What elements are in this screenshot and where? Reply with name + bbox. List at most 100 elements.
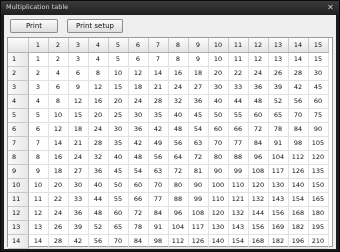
table-cell[interactable]: 55 — [228, 108, 249, 123]
table-cell[interactable]: 28 — [88, 136, 109, 151]
column-header[interactable]: 7 — [148, 38, 169, 53]
table-cell[interactable]: 105 — [308, 136, 329, 151]
table-cell[interactable]: 15 — [308, 52, 329, 67]
table-cell[interactable]: 35 — [108, 136, 129, 151]
table-cell[interactable]: 56 — [88, 234, 109, 249]
column-header[interactable]: 1 — [28, 38, 49, 53]
table-cell[interactable]: 60 — [208, 122, 229, 137]
table-cell[interactable]: 120 — [208, 206, 229, 221]
table-cell[interactable]: 143 — [228, 220, 249, 235]
table-cell[interactable]: 4 — [48, 66, 69, 81]
column-header[interactable]: 2 — [48, 38, 69, 53]
table-cell[interactable]: 2 — [28, 66, 49, 81]
table-cell[interactable]: 36 — [68, 206, 89, 221]
table-cell[interactable]: 140 — [288, 178, 309, 193]
table-cell[interactable]: 99 — [228, 164, 249, 179]
table-cell[interactable]: 52 — [268, 94, 289, 109]
table-cell[interactable]: 126 — [288, 164, 309, 179]
table-cell[interactable]: 14 — [28, 234, 49, 249]
table-cell[interactable]: 112 — [288, 150, 309, 165]
table-cell[interactable]: 182 — [268, 234, 289, 249]
print-button[interactable]: Print — [10, 19, 58, 33]
table-cell[interactable]: 84 — [128, 234, 149, 249]
table-cell[interactable]: 42 — [128, 136, 149, 151]
table-cell[interactable]: 28 — [288, 66, 309, 81]
table-cell[interactable]: 63 — [148, 164, 169, 179]
table-cell[interactable]: 54 — [188, 122, 209, 137]
row-header[interactable]: 12 — [8, 206, 29, 221]
table-cell[interactable]: 13 — [268, 52, 289, 67]
column-header[interactable]: 12 — [248, 38, 269, 53]
table-cell[interactable]: 24 — [48, 206, 69, 221]
table-cell[interactable]: 100 — [208, 178, 229, 193]
table-cell[interactable]: 210 — [308, 234, 329, 249]
table-cell[interactable]: 90 — [308, 122, 329, 137]
table-cell[interactable]: 26 — [48, 220, 69, 235]
table-cell[interactable]: 44 — [88, 192, 109, 207]
table-cell[interactable]: 30 — [208, 80, 229, 95]
table-cell[interactable]: 135 — [308, 164, 329, 179]
table-cell[interactable]: 36 — [88, 164, 109, 179]
table-cell[interactable]: 78 — [128, 220, 149, 235]
table-cell[interactable]: 80 — [208, 150, 229, 165]
table-cell[interactable]: 12 — [128, 66, 149, 81]
table-cell[interactable]: 7 — [28, 136, 49, 151]
table-cell[interactable]: 20 — [208, 66, 229, 81]
table-cell[interactable]: 6 — [28, 122, 49, 137]
table-cell[interactable]: 12 — [248, 52, 269, 67]
title-bar[interactable]: Multiplication table ✕ — [1, 1, 339, 15]
table-cell[interactable]: 13 — [28, 220, 49, 235]
table-cell[interactable]: 6 — [68, 66, 89, 81]
table-cell[interactable]: 18 — [68, 122, 89, 137]
table-cell[interactable]: 7 — [148, 52, 169, 67]
table-cell[interactable]: 15 — [68, 108, 89, 123]
table-cell[interactable]: 52 — [88, 220, 109, 235]
table-cell[interactable]: 14 — [288, 52, 309, 67]
column-header[interactable]: 4 — [88, 38, 109, 53]
table-cell[interactable]: 24 — [68, 150, 89, 165]
table-cell[interactable]: 99 — [188, 192, 209, 207]
table-cell[interactable]: 6 — [48, 80, 69, 95]
table-cell[interactable]: 33 — [68, 192, 89, 207]
row-header[interactable]: 2 — [8, 66, 29, 81]
table-cell[interactable]: 9 — [68, 80, 89, 95]
table-cell[interactable]: 14 — [148, 66, 169, 81]
table-cell[interactable]: 140 — [208, 234, 229, 249]
column-header[interactable]: 13 — [268, 38, 289, 53]
table-cell[interactable]: 2 — [48, 52, 69, 67]
table-cell[interactable]: 112 — [168, 234, 189, 249]
table-cell[interactable]: 168 — [288, 206, 309, 221]
table-cell[interactable]: 12 — [48, 122, 69, 137]
table-cell[interactable]: 75 — [308, 108, 329, 123]
table-cell[interactable]: 4 — [88, 52, 109, 67]
table-cell[interactable]: 132 — [248, 192, 269, 207]
row-header[interactable]: 9 — [8, 164, 29, 179]
table-cell[interactable]: 12 — [88, 80, 109, 95]
table-cell[interactable]: 88 — [168, 192, 189, 207]
table-cell[interactable]: 143 — [268, 192, 289, 207]
table-cell[interactable]: 60 — [108, 206, 129, 221]
table-cell[interactable]: 98 — [148, 234, 169, 249]
table-cell[interactable]: 30 — [68, 178, 89, 193]
table-cell[interactable]: 48 — [248, 94, 269, 109]
table-cell[interactable]: 9 — [28, 164, 49, 179]
table-cell[interactable]: 42 — [68, 234, 89, 249]
table-cell[interactable]: 48 — [128, 150, 149, 165]
table-cell[interactable]: 168 — [248, 234, 269, 249]
table-cell[interactable]: 9 — [188, 52, 209, 67]
table-cell[interactable]: 11 — [28, 192, 49, 207]
table-cell[interactable]: 132 — [228, 206, 249, 221]
table-cell[interactable]: 66 — [228, 122, 249, 137]
row-header[interactable]: 11 — [8, 192, 29, 207]
table-cell[interactable]: 11 — [228, 52, 249, 67]
table-cell[interactable]: 56 — [288, 94, 309, 109]
table-cell[interactable]: 24 — [168, 80, 189, 95]
table-cell[interactable]: 30 — [108, 122, 129, 137]
table-cell[interactable]: 30 — [128, 108, 149, 123]
column-header[interactable]: 10 — [208, 38, 229, 53]
table-cell[interactable]: 120 — [248, 178, 269, 193]
table-cell[interactable]: 121 — [228, 192, 249, 207]
table-cell[interactable]: 35 — [148, 108, 169, 123]
table-cell[interactable]: 20 — [48, 178, 69, 193]
row-header[interactable]: 1 — [8, 52, 29, 67]
